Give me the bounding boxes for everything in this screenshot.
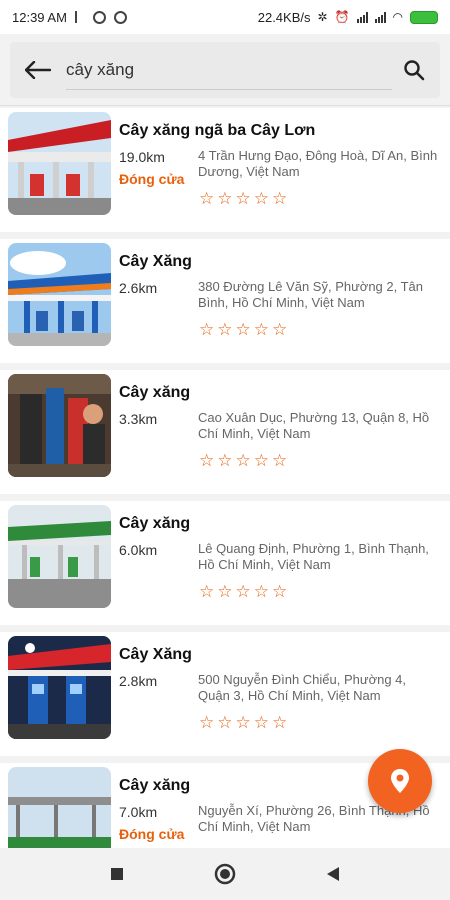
- search-bar: [10, 42, 440, 98]
- search-input[interactable]: [66, 50, 392, 90]
- home-circle-icon[interactable]: [213, 862, 237, 886]
- list-item[interactable]: Cây xăng 3.3km Cao Xuân Dục, Phường 13, …: [0, 370, 450, 494]
- star-outline-icon: ☆: [272, 320, 288, 339]
- star-outline-icon: ☆: [235, 582, 251, 601]
- star-outline-icon: ☆: [199, 713, 215, 732]
- list-item[interactable]: Cây Xăng 2.8km 500 Nguyễn Đình Chiểu, Ph…: [0, 632, 450, 756]
- star-outline-icon: ☆: [235, 713, 251, 732]
- station-thumbnail: [8, 767, 111, 848]
- star-outline-icon: ☆: [199, 582, 215, 601]
- station-thumbnail: [8, 374, 111, 477]
- list-item[interactable]: Cây xăng ngã ba Cây Lơn 19.0km Đóng cửa …: [0, 108, 450, 232]
- location-pin-button[interactable]: [368, 749, 432, 813]
- star-outline-icon: ☆: [253, 713, 269, 732]
- station-thumbnail: [8, 636, 111, 739]
- location-pin-icon: [391, 769, 409, 793]
- star-outline-icon: ☆: [272, 582, 288, 601]
- station-thumbnail: [8, 505, 111, 608]
- star-outline-icon: ☆: [199, 189, 215, 208]
- system-navbar: [0, 848, 450, 900]
- notification-icon: [92, 10, 106, 24]
- star-outline-icon: ☆: [217, 451, 233, 470]
- star-outline-icon: ☆: [217, 320, 233, 339]
- station-name: Cây xăng: [119, 384, 191, 401]
- status-badge: Đóng cửa: [119, 826, 185, 842]
- search-icon[interactable]: [392, 48, 436, 92]
- star-outline-icon: ☆: [272, 713, 288, 732]
- station-address: 380 Đường Lê Văn Sỹ, Phường 2, Tân Bình,…: [198, 279, 424, 310]
- signal-icon: [356, 11, 368, 23]
- signal-icon-2: [374, 11, 386, 23]
- star-outline-icon: ☆: [217, 582, 233, 601]
- star-outline-icon: ☆: [272, 451, 288, 470]
- status-bar: 12:39 AM 22.4KB/s ✲ ⏰ ◠: [0, 0, 450, 34]
- station-address: Lê Quang Định, Phường 1, Bình Thạnh, Hồ …: [198, 541, 429, 572]
- star-outline-icon: ☆: [235, 320, 251, 339]
- bluetooth-icon: ✲: [317, 10, 328, 24]
- star-outline-icon: ☆: [253, 320, 269, 339]
- station-distance: 6.0km: [119, 542, 158, 558]
- notification-icon-2: [113, 10, 127, 24]
- star-outline-icon: ☆: [272, 189, 288, 208]
- wifi-icon: ◠: [392, 10, 403, 24]
- back-triangle-icon[interactable]: [321, 862, 345, 886]
- status-badge: Đóng cửa: [119, 171, 185, 187]
- rating-stars: ☆ ☆ ☆ ☆ ☆: [199, 714, 287, 731]
- rating-stars: ☆ ☆ ☆ ☆ ☆: [199, 190, 287, 207]
- rating-stars: ☆ ☆ ☆ ☆ ☆: [199, 321, 287, 338]
- station-thumbnail: [8, 243, 111, 346]
- station-name: Cây xăng: [119, 777, 191, 794]
- star-outline-icon: ☆: [235, 451, 251, 470]
- star-outline-icon: ☆: [217, 713, 233, 732]
- station-name: Cây Xăng: [119, 253, 192, 270]
- station-name: Cây xăng ngã ba Cây Lơn: [119, 122, 316, 139]
- list-item[interactable]: Cây xăng 6.0km Lê Quang Định, Phường 1, …: [0, 501, 450, 625]
- search-header: [0, 34, 450, 106]
- star-outline-icon: ☆: [253, 451, 269, 470]
- station-address: Cao Xuân Dục, Phường 13, Quận 8, Hồ Chí …: [198, 410, 430, 441]
- list-item[interactable]: Cây Xăng 2.6km 380 Đường Lê Văn Sỹ, Phườ…: [0, 239, 450, 363]
- star-outline-icon: ☆: [235, 189, 251, 208]
- station-distance: 19.0km: [119, 149, 165, 165]
- alarm-icon: ⏰: [334, 10, 350, 24]
- station-distance: 3.3km: [119, 411, 158, 427]
- station-distance: 7.0km: [119, 804, 158, 820]
- play-icon: [74, 11, 85, 23]
- station-thumbnail: [8, 112, 111, 215]
- station-distance: 2.6km: [119, 280, 158, 296]
- recents-square-icon[interactable]: [105, 862, 129, 886]
- status-time: 12:39 AM: [12, 9, 67, 25]
- station-name: Cây Xăng: [119, 646, 192, 663]
- station-address: 4 Trần Hưng Đạo, Đông Hoà, Dĩ An, Bình D…: [198, 148, 438, 179]
- station-distance: 2.8km: [119, 673, 158, 689]
- arrow-left-icon[interactable]: [16, 48, 60, 92]
- star-outline-icon: ☆: [199, 320, 215, 339]
- network-speed: 22.4KB/s: [257, 9, 311, 25]
- star-outline-icon: ☆: [253, 582, 269, 601]
- station-name: Cây xăng: [119, 515, 191, 532]
- rating-stars: ☆ ☆ ☆ ☆ ☆: [199, 583, 287, 600]
- battery-icon: [410, 10, 438, 24]
- star-outline-icon: ☆: [253, 189, 269, 208]
- results-list: Cây xăng ngã ba Cây Lơn 19.0km Đóng cửa …: [0, 108, 450, 848]
- rating-stars: ☆ ☆ ☆ ☆ ☆: [199, 452, 287, 469]
- station-address: 500 Nguyễn Đình Chiểu, Phường 4, Quận 3,…: [198, 672, 407, 703]
- star-outline-icon: ☆: [199, 451, 215, 470]
- star-outline-icon: ☆: [217, 189, 233, 208]
